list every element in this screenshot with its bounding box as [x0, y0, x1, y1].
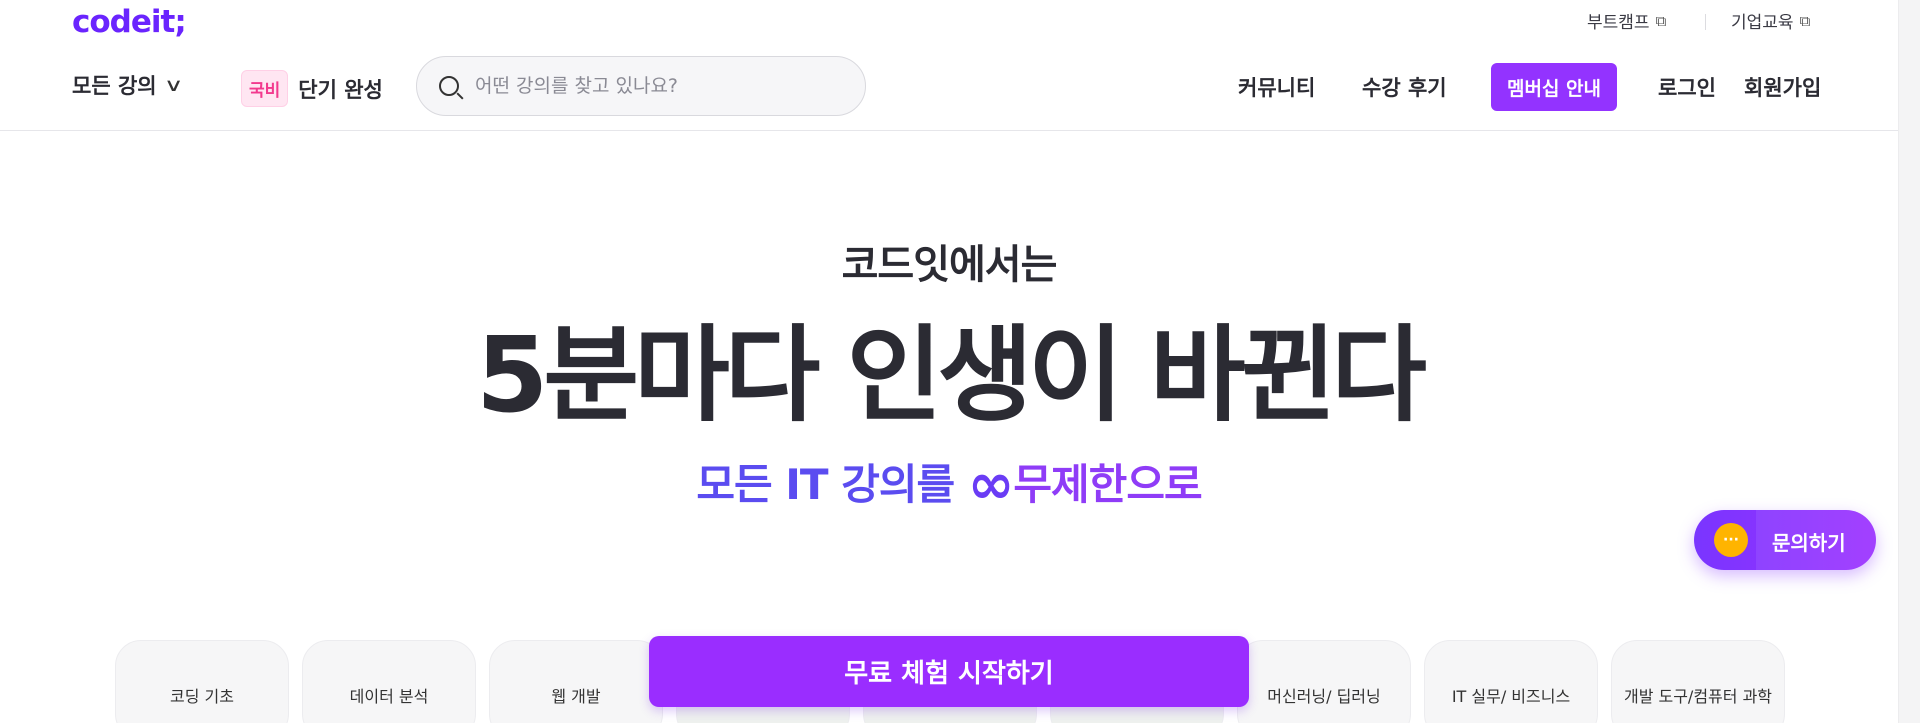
- category-card[interactable]: 머신러닝/ 딥러닝: [1237, 640, 1411, 723]
- corporate-education-label: 기업교육: [1731, 13, 1794, 33]
- category-label: 머신러닝/ 딥러닝: [1267, 687, 1381, 706]
- login-link[interactable]: 로그인: [1658, 72, 1716, 102]
- inquiry-label: 문의하기: [1772, 531, 1846, 555]
- category-card[interactable]: IT 실무/ 비즈니스: [1424, 640, 1598, 723]
- tagline-part-1: 모든 IT 강의를: [696, 460, 955, 509]
- category-card[interactable]: 데이터 분석: [302, 640, 476, 723]
- hero-tagline: 모든 IT 강의를 ∞무제한으로: [0, 448, 1898, 517]
- inquiry-button[interactable]: ··· 문의하기: [1694, 510, 1876, 570]
- external-link-icon: ⧉: [1655, 11, 1667, 30]
- search-icon: [439, 76, 459, 96]
- external-link-icon: ⧉: [1799, 11, 1811, 30]
- category-label: 개발 도구/컴퓨터 과학: [1623, 687, 1773, 706]
- reviews-link[interactable]: 수강 후기: [1362, 72, 1447, 102]
- header: codeit; 부트캠프 ⧉ 기업교육 ⧉ 모든 강의 ∨ 국비 단기 완성 커…: [0, 0, 1898, 131]
- search-input[interactable]: [475, 75, 835, 97]
- hero-subtitle: 코드잇에서는: [841, 242, 1058, 288]
- scrollbar[interactable]: [1898, 0, 1920, 723]
- logo[interactable]: codeit;: [72, 4, 187, 40]
- infinity-icon: ∞: [967, 452, 1015, 517]
- category-card[interactable]: 개발 도구/컴퓨터 과학: [1611, 640, 1785, 723]
- signup-link[interactable]: 회원가입: [1744, 72, 1821, 102]
- bootcamp-link[interactable]: 부트캠프 ⧉: [1587, 8, 1667, 34]
- search-bar[interactable]: [416, 56, 866, 116]
- chat-bubble-icon: ···: [1714, 523, 1748, 557]
- all-courses-label: 모든 강의: [72, 74, 157, 98]
- hero-title: 5분마다 인생이 바뀐다: [476, 314, 1427, 436]
- free-trial-button[interactable]: 무료 체험 시작하기: [649, 636, 1249, 707]
- short-course-label: 단기 완성: [298, 77, 383, 102]
- divider: [1705, 14, 1706, 30]
- short-course-link[interactable]: 국비 단기 완성: [241, 70, 383, 107]
- category-label: 코딩 기초: [170, 687, 234, 706]
- membership-button[interactable]: 멤버십 안내: [1491, 63, 1617, 111]
- category-label: 웹 개발: [551, 687, 601, 706]
- category-label: 데이터 분석: [349, 687, 429, 706]
- community-link[interactable]: 커뮤니티: [1238, 72, 1315, 102]
- all-courses-menu[interactable]: 모든 강의 ∨: [72, 70, 184, 100]
- chevron-down-icon: ∨: [163, 74, 184, 96]
- tagline-part-2: 무제한으로: [1013, 460, 1202, 509]
- category-card[interactable]: 웹 개발: [489, 640, 663, 723]
- category-label: IT 실무/ 비즈니스: [1451, 687, 1571, 706]
- bootcamp-label: 부트캠프: [1587, 13, 1650, 33]
- national-support-badge: 국비: [241, 70, 289, 107]
- corporate-education-link[interactable]: 기업교육 ⧉: [1731, 8, 1811, 34]
- category-card[interactable]: 코딩 기초: [115, 640, 289, 723]
